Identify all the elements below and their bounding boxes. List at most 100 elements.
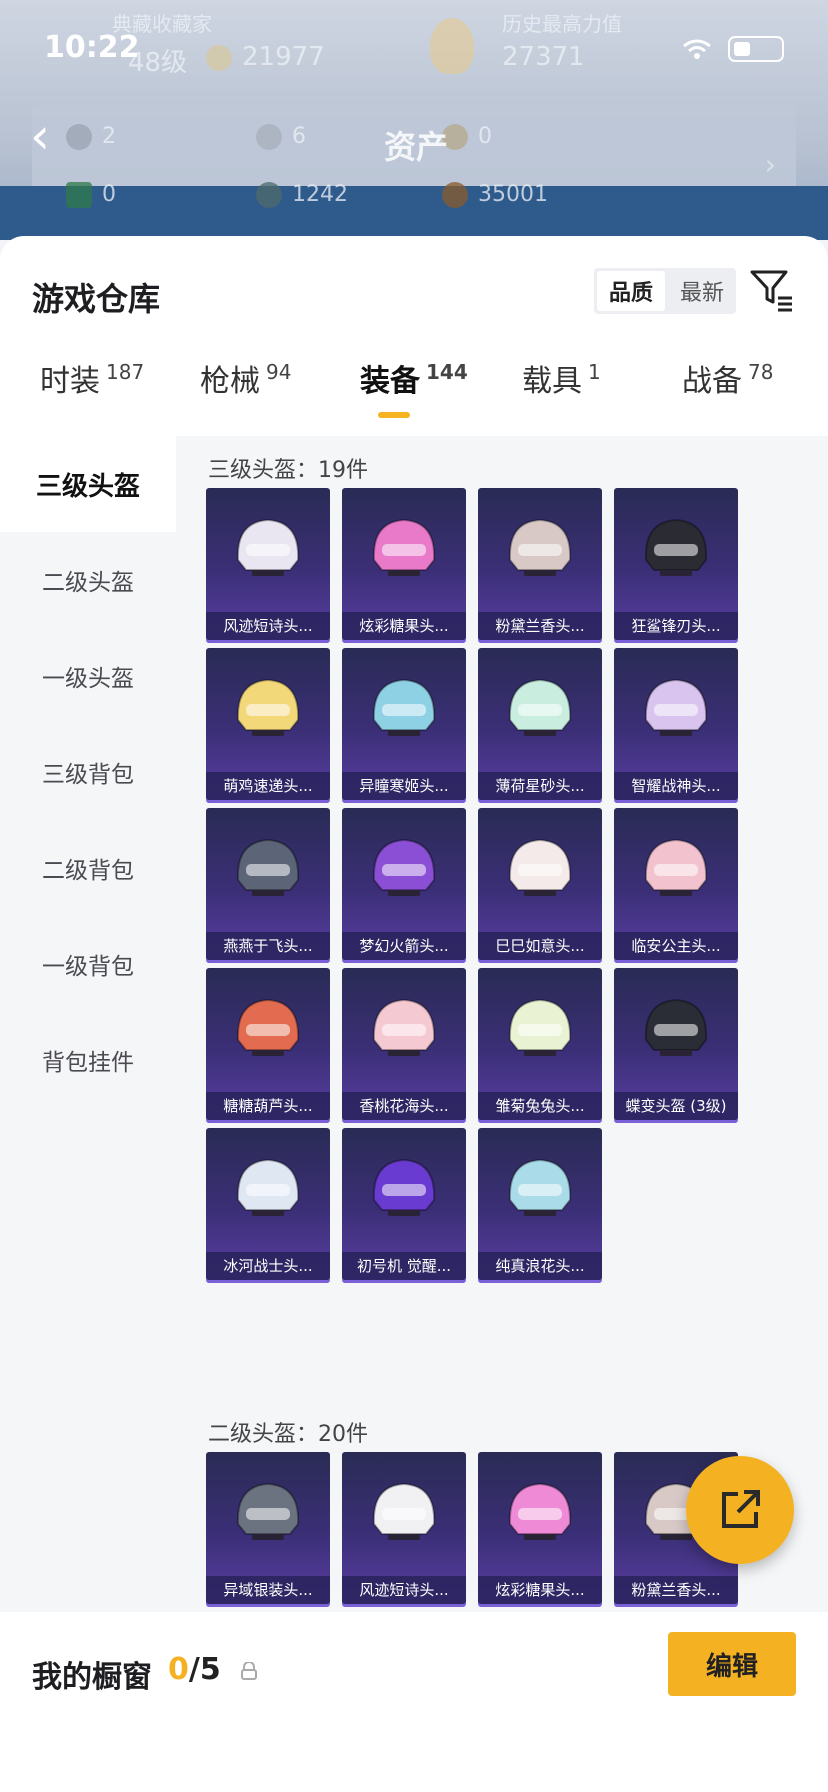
tab-guns[interactable]: 枪械 94 bbox=[200, 356, 291, 400]
sidebar-item-backpack-charm[interactable]: 背包挂件 bbox=[0, 1012, 176, 1108]
helmet-icon bbox=[372, 1482, 436, 1540]
item-name: 薄荷星砂头... bbox=[478, 772, 602, 800]
sort-newest-button[interactable]: 最新 bbox=[668, 268, 736, 314]
share-icon bbox=[722, 1490, 760, 1528]
share-button[interactable] bbox=[686, 1456, 794, 1564]
coins-top: 21977 bbox=[206, 42, 325, 72]
helmet-icon bbox=[644, 678, 708, 736]
section-title-lv2: 二级头盔：20件 bbox=[208, 1422, 368, 1447]
item-name: 糖糖葫芦头... bbox=[206, 1092, 330, 1120]
helmet-icon bbox=[236, 518, 300, 576]
helmet-icon bbox=[372, 678, 436, 736]
history-label: 历史最高力值 bbox=[502, 12, 622, 36]
coin-icon bbox=[206, 44, 232, 71]
item-name: 香桃花海头... bbox=[342, 1092, 466, 1120]
helmet-card[interactable]: 炫彩糖果头... bbox=[478, 1452, 602, 1604]
helmet-icon bbox=[508, 1158, 572, 1216]
helmet-card[interactable]: 薄荷星砂头... bbox=[478, 648, 602, 800]
helmet-icon bbox=[372, 838, 436, 896]
status-icons bbox=[682, 36, 784, 62]
asset-row2-b: 1242 bbox=[256, 182, 348, 208]
asset-row1-b: 6 bbox=[256, 124, 306, 150]
page-title: 资产 bbox=[384, 128, 449, 166]
battery-icon bbox=[728, 36, 784, 62]
item-name: 梦幻火箭头... bbox=[342, 932, 466, 960]
helmet-icon bbox=[508, 518, 572, 576]
helmet-card[interactable]: 临安公主头... bbox=[614, 808, 738, 960]
status-time: 10:22 bbox=[44, 30, 140, 65]
tab-equipment[interactable]: 装备 144 bbox=[360, 356, 468, 418]
sidebar-item-lv3-helmet[interactable]: 三级头盔 bbox=[0, 436, 176, 532]
category-tabs: 时装 187 枪械 94 装备 144 载具 1 战备 78 bbox=[0, 356, 828, 418]
helmet-card[interactable]: 初号机 觉醒... bbox=[342, 1128, 466, 1280]
chevron-right-icon[interactable]: › bbox=[765, 148, 776, 181]
sort-quality-button[interactable]: 品质 bbox=[597, 271, 665, 311]
tab-battle-supplies[interactable]: 战备 78 bbox=[682, 356, 773, 400]
helmet-icon bbox=[236, 1482, 300, 1540]
helmet-card[interactable]: 粉黛兰香头... bbox=[478, 488, 602, 640]
helmet-card[interactable]: 风迹短诗头... bbox=[342, 1452, 466, 1604]
showcase-count: 0/5 bbox=[168, 1652, 221, 1687]
header-band bbox=[0, 186, 828, 240]
subcategory-sidebar: 三级头盔 二级头盔 一级头盔 三级背包 二级背包 一级背包 背包挂件 bbox=[0, 436, 176, 1612]
helmet-card[interactable]: 智耀战神头... bbox=[614, 648, 738, 800]
helmet-card[interactable]: 巳巳如意头... bbox=[478, 808, 602, 960]
item-name: 冰河战士头... bbox=[206, 1252, 330, 1280]
helmet-icon bbox=[372, 518, 436, 576]
flame-icon bbox=[430, 18, 474, 74]
helmet-card[interactable]: 萌鸡速递头... bbox=[206, 648, 330, 800]
sidebar-item-lv1-backpack[interactable]: 一级背包 bbox=[0, 916, 176, 1012]
helmet-card[interactable]: 异域银装头... bbox=[206, 1452, 330, 1604]
section-title-lv3: 三级头盔：19件 bbox=[208, 458, 368, 483]
item-name: 异域银装头... bbox=[206, 1576, 330, 1604]
sidebar-item-lv2-backpack[interactable]: 二级背包 bbox=[0, 820, 176, 916]
helmet-icon bbox=[644, 518, 708, 576]
item-name: 粉黛兰香头... bbox=[614, 1576, 738, 1604]
item-name: 风迹短诗头... bbox=[342, 1576, 466, 1604]
item-name: 初号机 觉醒... bbox=[342, 1252, 466, 1280]
helmet-card[interactable]: 狂鲨锋刃头... bbox=[614, 488, 738, 640]
helmet-icon bbox=[644, 998, 708, 1056]
item-name: 萌鸡速递头... bbox=[206, 772, 330, 800]
helmet-card[interactable]: 雏菊兔兔头... bbox=[478, 968, 602, 1120]
sort-toggle: 品质 最新 bbox=[594, 268, 736, 314]
item-name: 燕燕于飞头... bbox=[206, 932, 330, 960]
helmet-icon bbox=[372, 1158, 436, 1216]
item-name: 临安公主头... bbox=[614, 932, 738, 960]
helmet-icon bbox=[508, 1482, 572, 1540]
helmet-card[interactable]: 燕燕于飞头... bbox=[206, 808, 330, 960]
asset-row1-a: 2 bbox=[66, 124, 116, 150]
helmet-card[interactable]: 异瞳寒姬头... bbox=[342, 648, 466, 800]
helmet-card[interactable]: 梦幻火箭头... bbox=[342, 808, 466, 960]
back-button[interactable]: ‹ bbox=[30, 111, 70, 166]
helmet-icon bbox=[644, 838, 708, 896]
sidebar-item-lv1-helmet[interactable]: 一级头盔 bbox=[0, 628, 176, 724]
helmet-icon bbox=[372, 998, 436, 1056]
item-name: 异瞳寒姬头... bbox=[342, 772, 466, 800]
helmet-card[interactable]: 蝶变头盔 (3级) bbox=[614, 968, 738, 1120]
sidebar-item-lv2-helmet[interactable]: 二级头盔 bbox=[0, 532, 176, 628]
item-name: 巳巳如意头... bbox=[478, 932, 602, 960]
helmet-card[interactable]: 香桃花海头... bbox=[342, 968, 466, 1120]
helmet-card[interactable]: 纯真浪花头... bbox=[478, 1128, 602, 1280]
item-name: 炫彩糖果头... bbox=[478, 1576, 602, 1604]
item-name: 粉黛兰香头... bbox=[478, 612, 602, 640]
helmet-card[interactable]: 糖糖葫芦头... bbox=[206, 968, 330, 1120]
showcase-title: 我的橱窗 bbox=[32, 1660, 152, 1695]
filter-icon[interactable] bbox=[748, 266, 794, 312]
helmet-icon bbox=[508, 838, 572, 896]
showcase-bar: 我的橱窗 0/5 编辑 bbox=[0, 1612, 828, 1792]
sidebar-item-lv3-backpack[interactable]: 三级背包 bbox=[0, 724, 176, 820]
lock-icon bbox=[241, 1662, 257, 1680]
wifi-icon bbox=[683, 39, 711, 59]
tab-vehicles[interactable]: 载具 1 bbox=[522, 356, 601, 400]
tab-fashion[interactable]: 时装 187 bbox=[40, 356, 144, 400]
asset-row2-a: 0 bbox=[66, 182, 116, 208]
edit-button[interactable]: 编辑 bbox=[668, 1632, 796, 1696]
helmet-card[interactable]: 炫彩糖果头... bbox=[342, 488, 466, 640]
asset-row2-c: 35001 bbox=[442, 182, 548, 208]
helmet-card[interactable]: 冰河战士头... bbox=[206, 1128, 330, 1280]
item-name: 智耀战神头... bbox=[614, 772, 738, 800]
helmet-card[interactable]: 风迹短诗头... bbox=[206, 488, 330, 640]
warehouse-sheet: 游戏仓库 品质 最新 时装 187 枪械 94 装备 144 载具 1 战备 78 三级头… bbox=[0, 236, 828, 1792]
